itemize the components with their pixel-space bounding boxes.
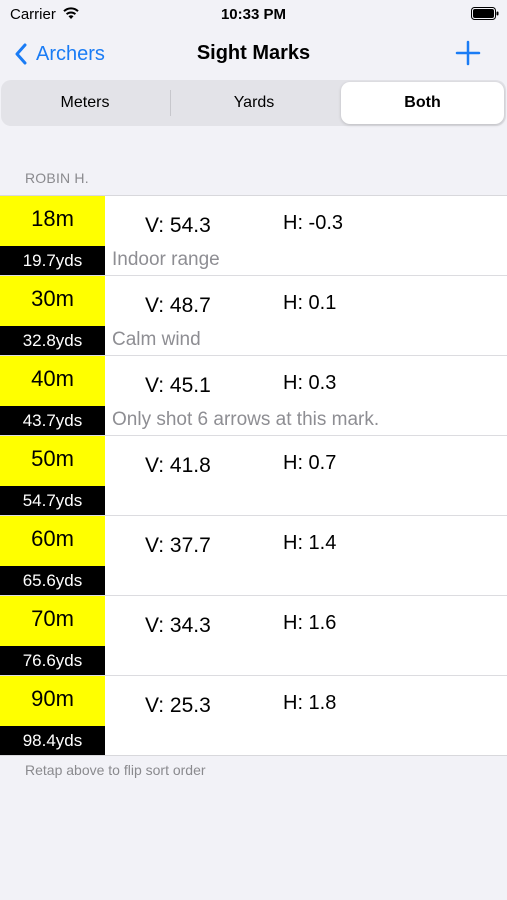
segment-both[interactable]: Both bbox=[341, 82, 504, 124]
vertical-value: V: 25.3 bbox=[145, 694, 211, 717]
sight-mark-row[interactable]: 50m 54.7yds V: 41.8 H: 0.7 bbox=[0, 436, 507, 516]
sight-mark-row[interactable]: 70m 76.6yds V: 34.3 H: 1.6 bbox=[0, 596, 507, 676]
vertical-value: V: 34.3 bbox=[145, 614, 211, 637]
sight-mark-row[interactable]: 18m 19.7yds V: 54.3 H: -0.3 Indoor range bbox=[0, 196, 507, 276]
meters-badge: 90m bbox=[0, 676, 105, 726]
battery-icon bbox=[471, 7, 499, 20]
section-header: ROBIN H. bbox=[25, 170, 89, 186]
sight-mark-row[interactable]: 40m 43.7yds V: 45.1 H: 0.3 Only shot 6 a… bbox=[0, 356, 507, 436]
mark-note: Calm wind bbox=[112, 329, 201, 350]
page-title: Sight Marks bbox=[196, 42, 311, 64]
status-bar: Carrier 10:33 PM bbox=[0, 0, 507, 28]
navigation-bar: Archers Sight Marks bbox=[0, 34, 507, 74]
yards-badge: 65.6yds bbox=[0, 566, 105, 595]
yards-badge: 98.4yds bbox=[0, 726, 105, 755]
segment-yards[interactable]: Yards bbox=[170, 80, 338, 126]
sight-mark-row[interactable]: 90m 98.4yds V: 25.3 H: 1.8 bbox=[0, 676, 507, 755]
horizontal-value: H: -0.3 bbox=[283, 212, 344, 234]
horizontal-value: H: 0.1 bbox=[283, 292, 337, 314]
sight-marks-list: 18m 19.7yds V: 54.3 H: -0.3 Indoor range… bbox=[0, 195, 507, 756]
meters-badge: 70m bbox=[0, 596, 105, 646]
plus-icon[interactable] bbox=[455, 40, 481, 66]
meters-badge: 30m bbox=[0, 276, 105, 326]
status-time: 10:33 PM bbox=[220, 6, 287, 23]
segment-meters[interactable]: Meters bbox=[1, 80, 169, 126]
yards-badge: 32.8yds bbox=[0, 326, 105, 355]
yards-badge: 54.7yds bbox=[0, 486, 105, 515]
vertical-value: V: 37.7 bbox=[145, 534, 211, 557]
yards-badge: 76.6yds bbox=[0, 646, 105, 675]
horizontal-value: H: 0.7 bbox=[283, 452, 337, 474]
vertical-value: V: 41.8 bbox=[145, 454, 211, 477]
units-segmented-control: Meters Yards Both bbox=[1, 80, 506, 126]
yards-badge: 43.7yds bbox=[0, 406, 105, 435]
horizontal-value: H: 1.4 bbox=[283, 532, 337, 554]
horizontal-value: H: 1.8 bbox=[283, 692, 337, 714]
meters-badge: 40m bbox=[0, 356, 105, 406]
meters-badge: 60m bbox=[0, 516, 105, 566]
meters-badge: 18m bbox=[0, 196, 105, 246]
vertical-value: V: 54.3 bbox=[145, 214, 211, 237]
horizontal-value: H: 1.6 bbox=[283, 612, 337, 634]
meters-badge: 50m bbox=[0, 436, 105, 486]
horizontal-value: H: 0.3 bbox=[283, 372, 337, 394]
sight-mark-row[interactable]: 60m 65.6yds V: 37.7 H: 1.4 bbox=[0, 516, 507, 596]
vertical-value: V: 48.7 bbox=[145, 294, 211, 317]
mark-note: Only shot 6 arrows at this mark. bbox=[112, 409, 380, 430]
footer-note: Retap above to flip sort order bbox=[25, 762, 206, 778]
sight-mark-row[interactable]: 30m 32.8yds V: 48.7 H: 0.1 Calm wind bbox=[0, 276, 507, 356]
vertical-value: V: 45.1 bbox=[145, 374, 211, 397]
mark-note: Indoor range bbox=[112, 249, 220, 270]
yards-badge: 19.7yds bbox=[0, 246, 105, 275]
